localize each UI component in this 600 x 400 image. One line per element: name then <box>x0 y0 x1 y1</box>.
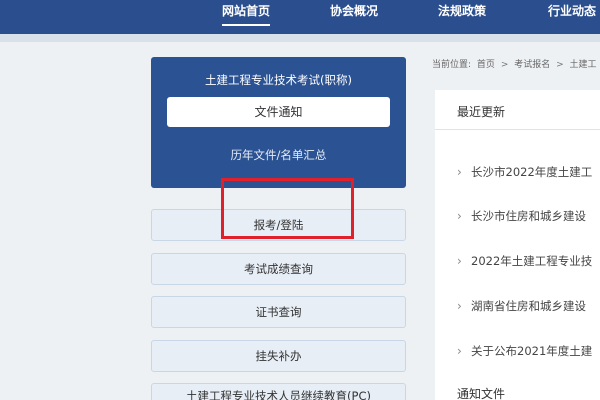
chevron-right-icon: › <box>457 254 462 268</box>
breadcrumb-prefix: 当前位置: <box>432 60 472 70</box>
history-files-link[interactable]: 历年文件/名单汇总 <box>151 147 406 163</box>
news-item-title: 长沙市2022年度土建工 <box>471 165 593 179</box>
news-item-title: 2022年土建工程专业技 <box>471 254 593 268</box>
exam-panel-title: 土建工程专业技术考试(职称) <box>205 73 352 87</box>
certificate-query-button[interactable]: 证书查询 <box>151 296 406 328</box>
news-item[interactable]: › 长沙市住房和城乡建设 <box>457 208 600 228</box>
news-item-title: 关于公布2021年度土建 <box>471 344 593 358</box>
news-item[interactable]: › 长沙市2022年度土建工 <box>457 164 600 184</box>
breadcrumb-exam-registration[interactable]: 考试报名 <box>514 60 550 70</box>
breadcrumb-current[interactable]: 土建工 <box>570 60 597 70</box>
breadcrumb-separator: > <box>556 60 564 70</box>
score-query-button[interactable]: 考试成绩查询 <box>151 253 406 285</box>
nav-home[interactable]: 网站首页 <box>222 0 271 34</box>
continuing-education-button[interactable]: 土建工程专业技术人员继续教育(PC) <box>151 383 406 400</box>
exam-panel: 土建工程专业技术考试(职称) 文件通知 历年文件/名单汇总 <box>151 57 406 188</box>
news-item[interactable]: › 2022年土建工程专业技 <box>457 253 600 273</box>
breadcrumb: 当前位置: 首页 > 考试报名 > 土建工 <box>432 57 600 70</box>
chevron-right-icon: › <box>457 344 462 358</box>
chevron-right-icon: › <box>457 165 462 179</box>
chevron-right-icon: › <box>457 299 462 313</box>
recent-updates-header: 最近更新 <box>435 90 600 130</box>
red-highlight-annotation <box>221 178 354 239</box>
nav-divider-band <box>0 34 600 42</box>
nav-industry-news[interactable]: 行业动态 <box>548 0 596 34</box>
recent-updates-title: 最近更新 <box>457 105 506 119</box>
nav-policy[interactable]: 法规政策 <box>438 0 486 34</box>
file-notice-button[interactable]: 文件通知 <box>167 97 390 127</box>
top-nav: 网站首页 协会概况 法规政策 行业动态 <box>0 0 600 34</box>
notice-files-title: 通知文件 <box>457 387 506 400</box>
breadcrumb-separator: > <box>500 60 509 70</box>
news-item-title: 湖南省住房和城乡建设 <box>471 299 586 313</box>
chevron-right-icon: › <box>457 209 462 223</box>
report-loss-button[interactable]: 挂失补办 <box>151 340 406 372</box>
nav-about[interactable]: 协会概况 <box>330 0 378 34</box>
news-item[interactable]: › 湖南省住房和城乡建设 <box>457 298 600 318</box>
recent-updates-panel: 最近更新 › 长沙市2022年度土建工 › 长沙市住房和城乡建设 › 2022年土建工… <box>435 90 600 400</box>
breadcrumb-home[interactable]: 首页 <box>477 60 495 70</box>
news-item[interactable]: › 关于公布2021年度土建 <box>457 343 600 363</box>
news-item-title: 长沙市住房和城乡建设 <box>471 209 586 223</box>
